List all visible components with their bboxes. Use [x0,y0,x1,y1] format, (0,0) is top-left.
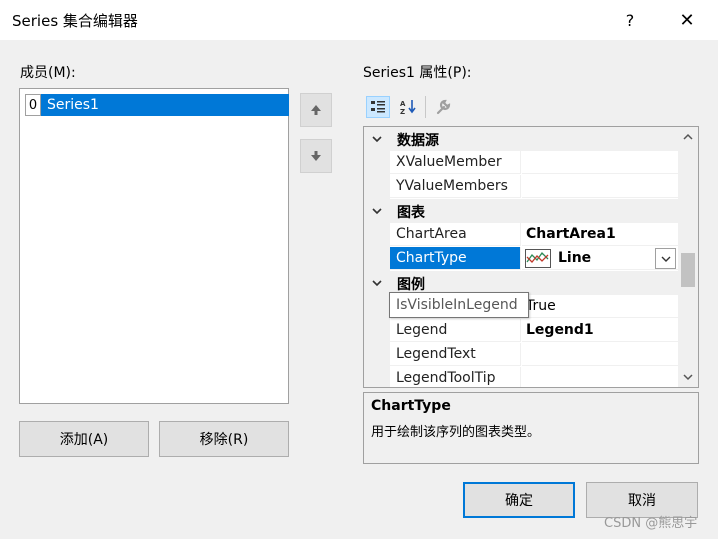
property-row-selected[interactable]: ChartType Line [364,247,678,271]
wrench-icon [436,99,451,115]
categorized-button[interactable] [366,96,390,118]
move-up-button[interactable] [300,93,332,127]
scroll-up-icon[interactable] [678,127,698,147]
property-name[interactable]: XValueMember [390,151,521,174]
property-name[interactable]: LegendText [390,343,521,366]
row-margin [364,367,390,387]
close-button[interactable]: ✕ [664,0,710,40]
row-margin [364,247,390,271]
property-value[interactable] [522,175,678,198]
description-text: 用于绘制该序列的图表类型。 [371,425,541,440]
property-name[interactable]: ChartArea [390,223,521,246]
arrow-up-icon [311,105,321,115]
scroll-down-icon[interactable] [678,367,698,387]
property-grid-scrollbar[interactable] [678,127,698,387]
tooltip: IsVisibleInLegend [389,292,529,318]
property-value[interactable] [522,367,678,387]
category-name: 图表 [397,205,425,221]
property-value[interactable]: True [522,295,678,318]
property-row[interactable]: Legend Legend1 [364,319,678,343]
row-margin [364,151,390,175]
property-name[interactable]: ChartType [390,247,521,270]
row-margin [364,343,390,367]
property-row[interactable]: XValueMember [364,151,678,175]
list-item[interactable]: 0 Series1 [23,94,289,116]
member-name[interactable]: Series1 [41,94,289,116]
row-margin [364,319,390,343]
ok-button[interactable]: 确定 [463,482,575,518]
row-margin [364,295,390,319]
properties-label: Series1 属性(P): [363,65,472,81]
help-button[interactable]: ? [608,0,652,40]
category-name: 图例 [397,277,425,293]
toolbar-separator [425,96,426,118]
member-index: 0 [25,94,41,116]
property-name[interactable]: YValueMembers [390,175,521,198]
property-value[interactable] [522,151,678,174]
alphabetical-button[interactable]: A Z [396,96,420,118]
property-value[interactable] [522,343,678,366]
property-row[interactable]: ChartArea ChartArea1 [364,223,678,247]
window-title: Series 集合编辑器 [12,12,138,30]
property-value[interactable]: Legend1 [522,319,678,342]
description-panel: ChartType 用于绘制该序列的图表类型。 [363,392,699,464]
property-name[interactable]: LegendToolTip [390,367,521,387]
category-name: 数据源 [397,133,439,149]
chart-type-dropdown[interactable] [655,248,676,269]
chevron-down-icon[interactable] [364,127,390,151]
chevron-down-icon[interactable] [364,199,390,223]
scroll-thumb[interactable] [681,253,695,287]
property-value[interactable]: ChartArea1 [522,223,678,246]
title-bar: Series 集合编辑器 ? ✕ [0,0,718,40]
line-chart-icon [525,249,551,268]
category-data-source[interactable]: 数据源 [364,127,678,151]
chevron-down-icon[interactable] [364,271,390,295]
row-margin [364,175,390,199]
property-row[interactable]: LegendToolTip [364,367,678,387]
alphabetical-icon: A Z [400,100,416,116]
members-label: 成员(M): [20,65,76,81]
svg-text:A: A [400,100,406,108]
property-row[interactable]: LegendText [364,343,678,367]
remove-button[interactable]: 移除(R) [159,421,289,457]
move-down-button[interactable] [300,139,332,173]
property-grid[interactable]: 数据源 XValueMember YValueMembers 图表 ChartA… [363,126,699,388]
category-chart[interactable]: 图表 [364,199,678,223]
description-title: ChartType [371,398,451,414]
svg-text:Z: Z [400,108,405,116]
property-row[interactable]: YValueMembers [364,175,678,199]
members-list[interactable]: 0 Series1 [19,88,289,404]
property-name[interactable]: Legend [390,319,521,342]
property-pages-button[interactable] [431,96,455,118]
row-margin [364,223,390,247]
arrow-down-icon [311,151,321,161]
watermark: CSDN @熊思宇 [604,516,698,531]
categorized-icon [371,101,385,113]
add-button[interactable]: 添加(A) [19,421,149,457]
chevron-down-icon [661,256,670,262]
